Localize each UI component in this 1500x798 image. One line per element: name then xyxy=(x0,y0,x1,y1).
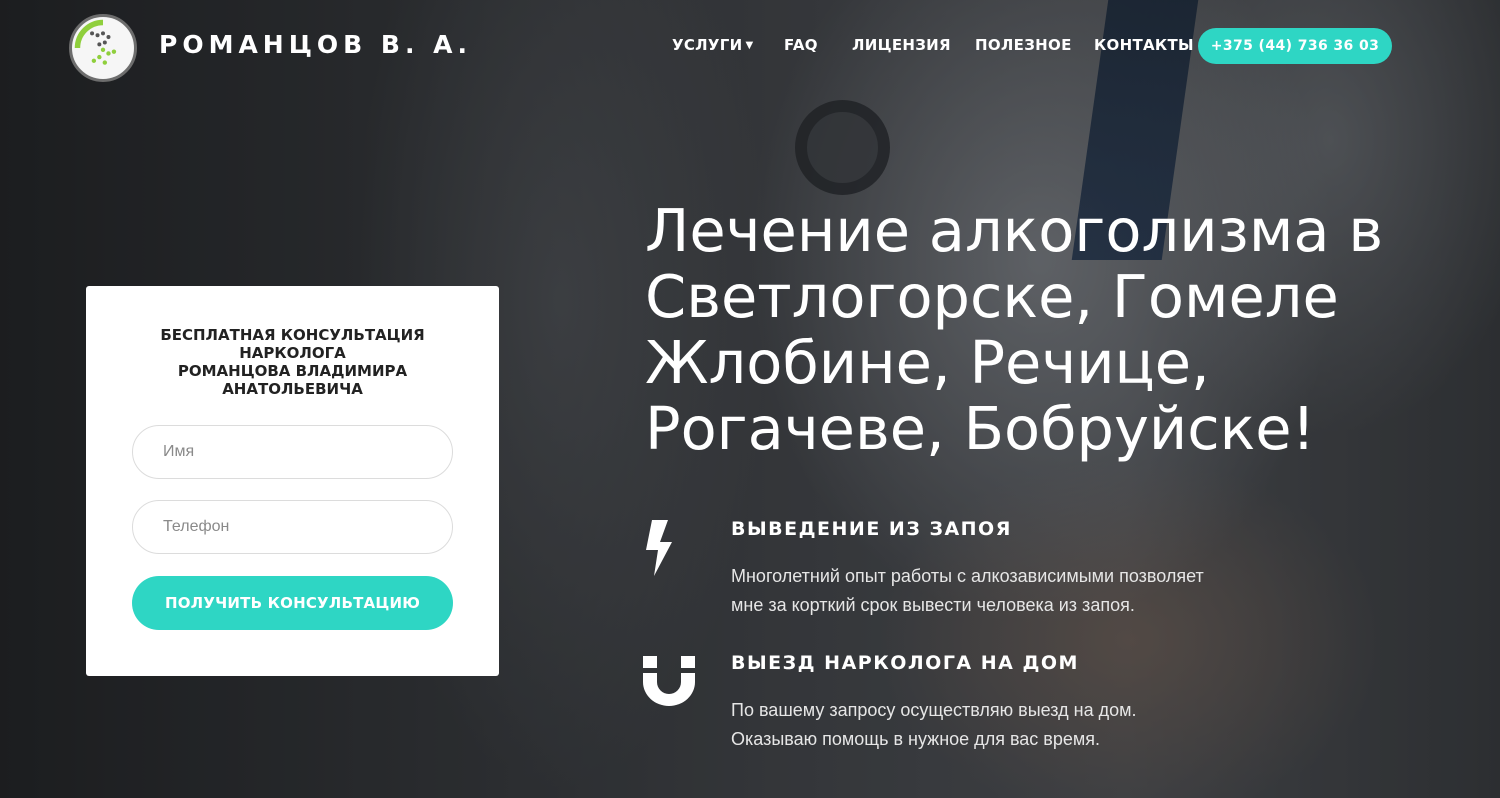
nav-item-useful[interactable]: ПОЛЕЗНОЕ xyxy=(975,36,1072,54)
form-title-line: НАРКОЛОГА xyxy=(239,344,346,362)
hero-title: Лечение алкоголизма в Светлогорске, Гоме… xyxy=(645,198,1445,462)
feature-text-line: Оказываю помощь в нужное для вас время. xyxy=(731,729,1101,749)
phone-input[interactable] xyxy=(132,500,453,554)
feature-text: Многолетний опыт работы с алкозависимыми… xyxy=(731,562,1291,620)
feature-text: По вашему запросу осуществляю выезд на д… xyxy=(731,696,1291,754)
magnet-icon xyxy=(643,656,695,706)
hero-title-line: Лечение алкоголизма в xyxy=(645,196,1384,265)
feature-text-line: По вашему запросу осуществляю выезд на д… xyxy=(731,700,1137,720)
hero-title-line: Светлогорске, Гомеле xyxy=(645,262,1339,331)
form-title-line: РОМАНЦОВА ВЛАДИМИРА xyxy=(177,362,408,380)
form-title-line: АНАТОЛЬЕВИЧА xyxy=(222,380,363,398)
lightning-icon xyxy=(644,520,674,576)
feature-text-line: Многолетний опыт работы с алкозависимыми… xyxy=(731,566,1204,586)
form-title-line: БЕСПЛАТНАЯ КОНСУЛЬТАЦИЯ xyxy=(160,326,425,344)
phone-button[interactable]: +375 (44) 736 36 03 xyxy=(1198,28,1392,64)
feature-title: ВЫЕЗД НАРКОЛОГА НА ДОМ xyxy=(731,652,1079,674)
nav-item-label: УСЛУГИ xyxy=(672,36,743,54)
hero-title-line: Жлобине, Речице, xyxy=(645,328,1210,397)
nav-item-license[interactable]: ЛИЦЕНЗИЯ xyxy=(852,36,951,54)
logo[interactable] xyxy=(69,14,137,82)
brand-name[interactable]: РОМАНЦОВ В. А. xyxy=(159,30,472,59)
nav-item-faq[interactable]: FAQ xyxy=(784,36,818,54)
logo-icon xyxy=(72,17,134,79)
get-consultation-button[interactable]: ПОЛУЧИТЬ КОНСУЛЬТАЦИЮ xyxy=(132,576,453,630)
feature-text-line: мне за корткий срок вывести человека из … xyxy=(731,595,1135,615)
hero-title-line: Рогачеве, Бобруйске! xyxy=(645,394,1316,463)
form-title: БЕСПЛАТНАЯ КОНСУЛЬТАЦИЯ НАРКОЛОГА РОМАНЦ… xyxy=(126,326,459,398)
feature-title: ВЫВЕДЕНИЕ ИЗ ЗАПОЯ xyxy=(731,518,1012,540)
consultation-form-card: БЕСПЛАТНАЯ КОНСУЛЬТАЦИЯ НАРКОЛОГА РОМАНЦ… xyxy=(86,286,499,676)
nav-item-contacts[interactable]: КОНТАКТЫ xyxy=(1094,36,1194,54)
caret-down-icon: ▼ xyxy=(745,40,754,51)
nav-item-services[interactable]: УСЛУГИ ▼ xyxy=(672,36,754,54)
name-input[interactable] xyxy=(132,425,453,479)
